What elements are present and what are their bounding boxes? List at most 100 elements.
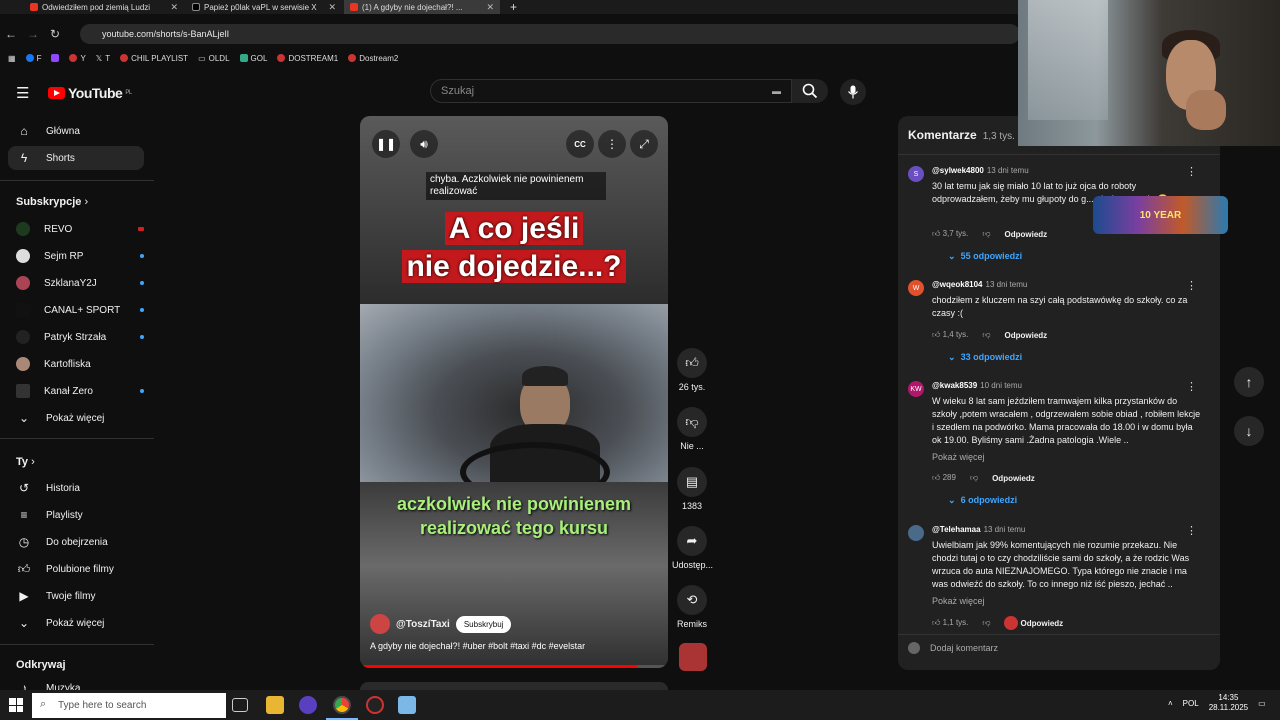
browser-tab-3[interactable]: (1) A gdyby nie dojechał?! ... ✕ [344,0,500,14]
fullscreen-button[interactable]: ⤢ [630,130,658,158]
sidebar-item-history[interactable]: ↺ Historia [16,476,144,500]
comment-author[interactable]: @Telehamaa [932,525,981,534]
apps-icon[interactable]: ▦ [8,54,16,63]
bookmark-chil-playlist[interactable]: CHIL PLAYLIST [120,54,188,63]
language-indicator[interactable]: POL [1183,699,1199,708]
comment-time[interactable]: 13 dni temu [986,280,1028,289]
reload-icon[interactable]: ↻ [44,27,66,41]
thumbs-up-icon[interactable]: 👍︎ 3,7 tys. [932,229,968,239]
sidebar-sub-kanal-zero[interactable]: Kanał Zero [16,379,144,403]
windows-start-icon[interactable] [9,698,23,712]
you-heading[interactable]: Ty › [16,456,35,468]
share-button[interactable]: ➦ Udostęp... [672,526,713,570]
pause-button[interactable]: ❚❚ [372,130,400,158]
sidebar-item-liked[interactable]: 👍︎ Polubione filmy [16,557,144,581]
show-more-link[interactable]: Pokaż więcej [932,596,985,606]
volume-button[interactable]: 🔊︎ [410,130,438,158]
browser-tab-2[interactable]: Papież p0lak vaPL w serwisie X ✕ [186,0,342,14]
next-short-button[interactable]: ↓ [1234,416,1264,446]
address-bar[interactable]: youtube.com/shorts/s-BanALjelI [80,24,1020,44]
comment-menu-icon[interactable]: ⋮ [1186,165,1197,178]
chrome-icon[interactable] [333,696,351,714]
taskbar-search-input[interactable]: ⌕ Type here to search [32,693,226,718]
bookmark-gol[interactable]: GOL [239,54,267,63]
add-comment-row[interactable]: Dodaj komentarz [908,642,998,654]
chevron-up-icon[interactable]: ˄ [1168,699,1173,708]
comment-menu-icon[interactable]: ⋮ [1186,380,1197,393]
replies-toggle[interactable]: ⌄ 55 odpowiedzi [948,251,1022,262]
discord-icon[interactable] [299,696,317,714]
add-comment-input[interactable]: Dodaj komentarz [930,643,998,653]
search-button[interactable] [792,79,828,103]
menu-icon[interactable]: ☰ [16,84,29,102]
sidebar-item-shorts[interactable]: ϟ Shorts [8,146,144,170]
thumbs-down-icon[interactable]: 👎︎ [982,330,990,340]
task-view-icon[interactable] [232,698,248,712]
show-more-link[interactable]: Pokaż więcej [932,452,985,462]
comment-menu-icon[interactable]: ⋮ [1186,524,1197,537]
back-icon[interactable]: ← [0,27,22,41]
thumbs-up-icon[interactable]: 👍︎ 1,1 tys. [932,618,968,628]
next-short-preview[interactable] [360,682,668,690]
comment-author[interactable]: @sylwek4800 [932,166,984,175]
thumbs-up-icon[interactable]: 👍︎ 1,4 tys. [932,330,968,340]
video-progress-bar[interactable] [360,665,668,668]
bookmark-dostream1[interactable]: DOSTREAM1 [277,54,338,63]
obs-icon[interactable] [366,696,384,714]
sound-thumbnail[interactable] [679,643,707,671]
sidebar-item-your-videos[interactable]: ▶ Twoje filmy [16,584,144,608]
comment-avatar[interactable]: S [908,166,924,182]
reply-button[interactable]: Odpowiedz [1021,619,1064,628]
clock[interactable]: 14:35 28.11.2025 [1209,693,1248,713]
forward-icon[interactable]: → [22,27,44,41]
like-button[interactable]: 👍︎ 26 tys. [672,348,712,392]
remix-button[interactable]: ⟲ Remiks [672,585,712,629]
reply-button[interactable]: Odpowiedz [992,474,1035,483]
close-tab-icon[interactable]: ✕ [170,2,178,13]
reply-button[interactable]: Odpowiedz [1005,230,1048,239]
channel-name[interactable]: @ToszíTaxi [396,619,450,630]
comment-avatar[interactable] [908,525,924,541]
bookmark-f[interactable]: F [25,54,41,63]
thumbs-down-icon[interactable]: 👎︎ [982,618,990,628]
comment-author[interactable]: @wqeok8104 [932,280,983,289]
keyboard-icon[interactable]: ▬ [772,86,781,96]
more-options-button[interactable]: ⋮ [598,130,626,158]
bookmark-dostream2[interactable]: Dostream2 [348,54,398,63]
channel-avatar[interactable] [370,614,390,634]
bookmark-t[interactable]: 𝕏T [96,54,110,63]
sidebar-item-home[interactable]: ⌂ Główna [16,119,144,143]
thumbs-down-icon[interactable]: 👎︎ [970,473,978,483]
new-tab-button[interactable]: + [504,0,524,14]
comment-time[interactable]: 10 dni temu [980,381,1022,390]
comment-menu-icon[interactable]: ⋮ [1186,279,1197,292]
app-icon[interactable] [398,696,416,714]
youtube-logo[interactable]: YouTube PL [48,85,132,101]
comment-avatar[interactable]: W [908,280,924,296]
thumbs-down-icon[interactable]: 👎︎ [982,229,990,239]
notification-icon[interactable]: ▭ [1258,699,1266,708]
sidebar-sub-revo[interactable]: REVO [16,217,144,241]
sidebar-show-more-subs[interactable]: ⌄ Pokaż więcej [16,406,144,430]
comment-time[interactable]: 13 dni temu [987,166,1029,175]
comment-author[interactable]: @kwak8539 [932,381,977,390]
close-tab-icon[interactable]: ✕ [486,2,494,13]
video-description[interactable]: A gdyby nie dojechał?! #uber #bolt #taxi… [370,641,585,651]
reply-button[interactable]: Odpowiedz [1005,331,1048,340]
sidebar-sub-canal[interactable]: CANAL+ SPORT [16,298,144,322]
bookmark-oldl[interactable]: ▭ OLDL [198,54,229,63]
thumbs-up-icon[interactable]: 👍︎ 289 [932,473,956,483]
sidebar-item-playlists[interactable]: ≡ Playlisty [16,503,144,527]
sidebar-sub-sejm[interactable]: Sejm RP [16,244,144,268]
file-explorer-icon[interactable] [266,696,284,714]
close-tab-icon[interactable]: ✕ [328,2,336,13]
bookmark-y[interactable]: Y [69,54,86,63]
sidebar-show-more-you[interactable]: ⌄ Pokaż więcej [16,611,144,635]
subscribe-button[interactable]: Subskrybuj [455,615,512,633]
voice-search-button[interactable] [840,79,866,105]
replies-toggle[interactable]: ⌄ 33 odpowiedzi [948,352,1022,363]
comment-avatar[interactable]: KW [908,381,924,397]
sidebar-sub-patryk[interactable]: Patryk Strzała [16,325,144,349]
replies-toggle[interactable]: ⌄ 6 odpowiedzi [948,495,1017,506]
dislike-button[interactable]: 👎︎ Nie ... [672,407,712,451]
